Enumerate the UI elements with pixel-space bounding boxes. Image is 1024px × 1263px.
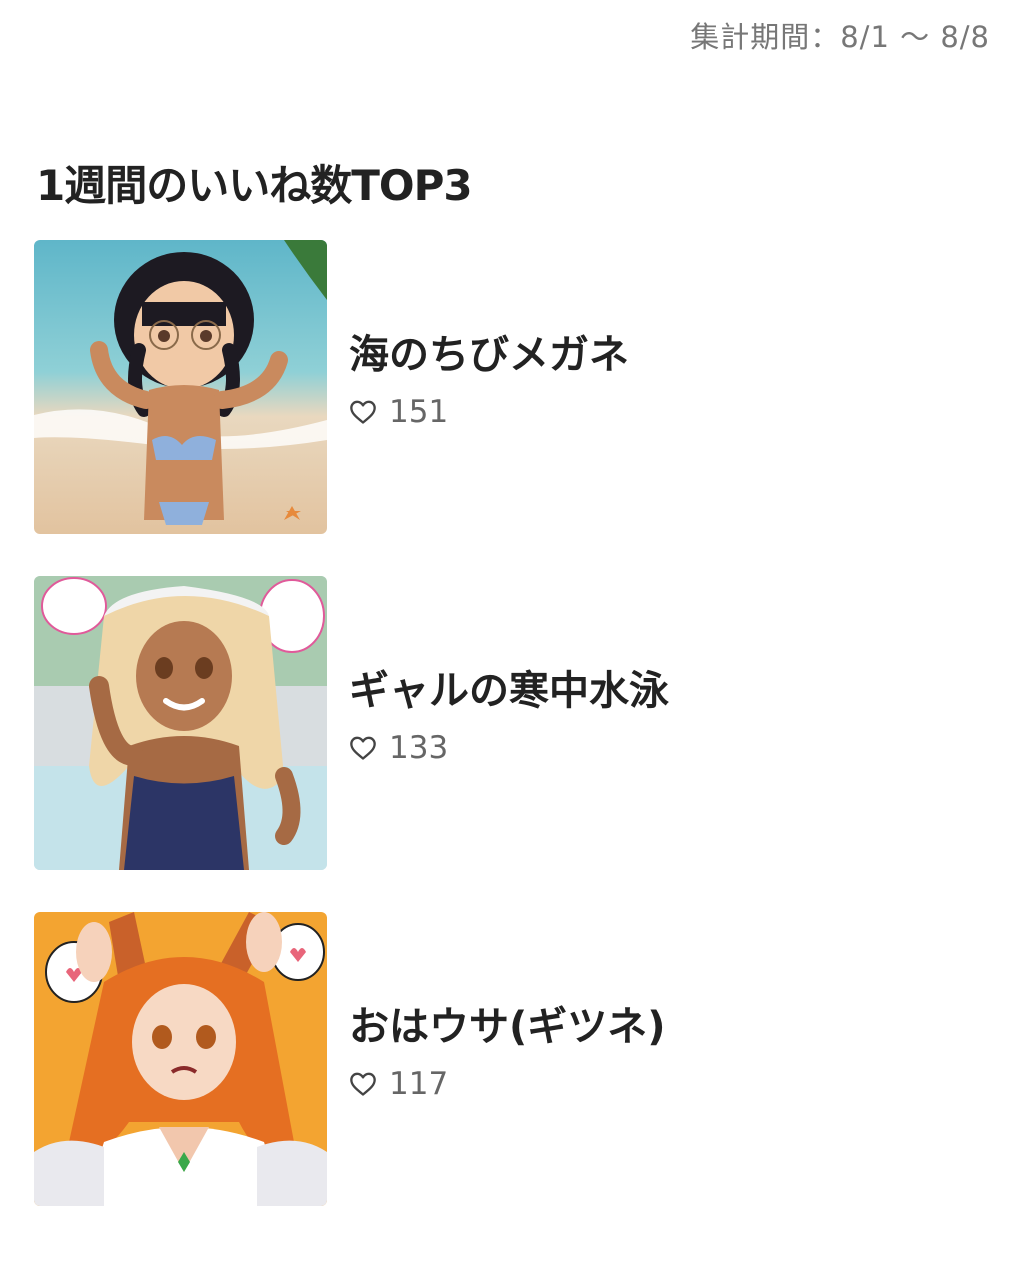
item-title[interactable]: おはウサ(ギツネ): [349, 994, 666, 1052]
item-info: 海のちびメガネ 151: [349, 322, 629, 430]
like-count-value: 151: [389, 394, 449, 430]
image-thumbnail: [34, 912, 327, 1206]
ranking-item-2[interactable]: ギャルの寒中水泳 133: [34, 576, 994, 870]
heart-icon[interactable]: [349, 399, 377, 425]
like-count-value: 133: [389, 730, 449, 766]
thumbnail-beach-girl[interactable]: [34, 240, 327, 534]
heart-icon[interactable]: [349, 1071, 377, 1097]
period-label: 集計期間：8/1 〜 8/8: [690, 20, 990, 54]
like-count: 117: [349, 1066, 666, 1102]
item-info: ギャルの寒中水泳 133: [349, 658, 669, 766]
like-count: 133: [349, 730, 669, 766]
ranking-item-1[interactable]: 海のちびメガネ 151: [34, 240, 994, 534]
thumbnail-fox-girl[interactable]: [34, 912, 327, 1206]
ranking-item-3[interactable]: おはウサ(ギツネ) 117: [34, 912, 994, 1206]
item-info: おはウサ(ギツネ) 117: [349, 994, 666, 1102]
image-thumbnail: [34, 576, 327, 870]
like-count: 151: [349, 394, 629, 430]
thumbnail-gal-swimmer[interactable]: [34, 576, 327, 870]
item-title[interactable]: 海のちびメガネ: [349, 322, 629, 380]
heart-icon[interactable]: [349, 735, 377, 761]
image-thumbnail: [34, 240, 327, 534]
section-title: 1週間のいいね数TOP3: [36, 161, 473, 210]
like-count-value: 117: [389, 1066, 449, 1102]
item-title[interactable]: ギャルの寒中水泳: [349, 658, 669, 716]
